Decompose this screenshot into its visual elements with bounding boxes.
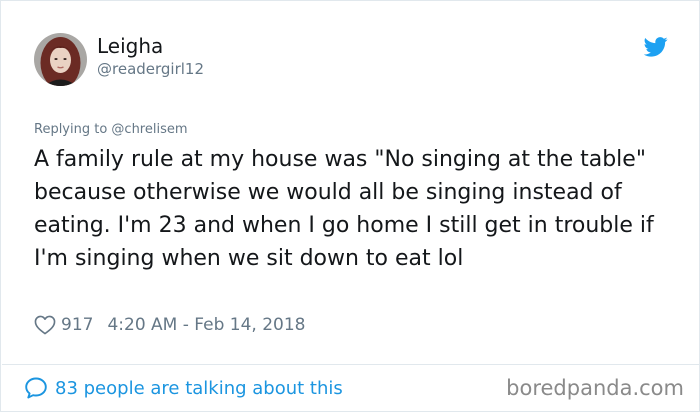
- timestamp[interactable]: 4:20 AM - Feb 14, 2018: [107, 315, 305, 335]
- talking-about-link[interactable]: 83 people are talking about this: [24, 375, 343, 401]
- avatar[interactable]: [34, 33, 87, 86]
- display-name[interactable]: Leigha: [97, 34, 163, 58]
- tweet-card: Leigha @readergirl12 Replying to @chreli…: [0, 0, 700, 412]
- twitter-bird-icon[interactable]: [644, 37, 668, 57]
- divider: [2, 364, 700, 365]
- watermark: boredpanda.com: [506, 376, 684, 400]
- reply-context[interactable]: Replying to @chrelisem: [34, 121, 188, 139]
- tweet-text: A family rule at my house was "No singin…: [34, 147, 654, 271]
- heart-icon[interactable]: [34, 315, 56, 335]
- speech-bubble-icon: [25, 377, 47, 399]
- user-handle[interactable]: @readergirl12: [97, 60, 204, 78]
- like-count: 917: [61, 315, 94, 335]
- tweet-meta: 917 4:20 AM - Feb 14, 2018: [34, 314, 305, 336]
- talking-about-label[interactable]: 83 people are talking about this: [55, 378, 343, 399]
